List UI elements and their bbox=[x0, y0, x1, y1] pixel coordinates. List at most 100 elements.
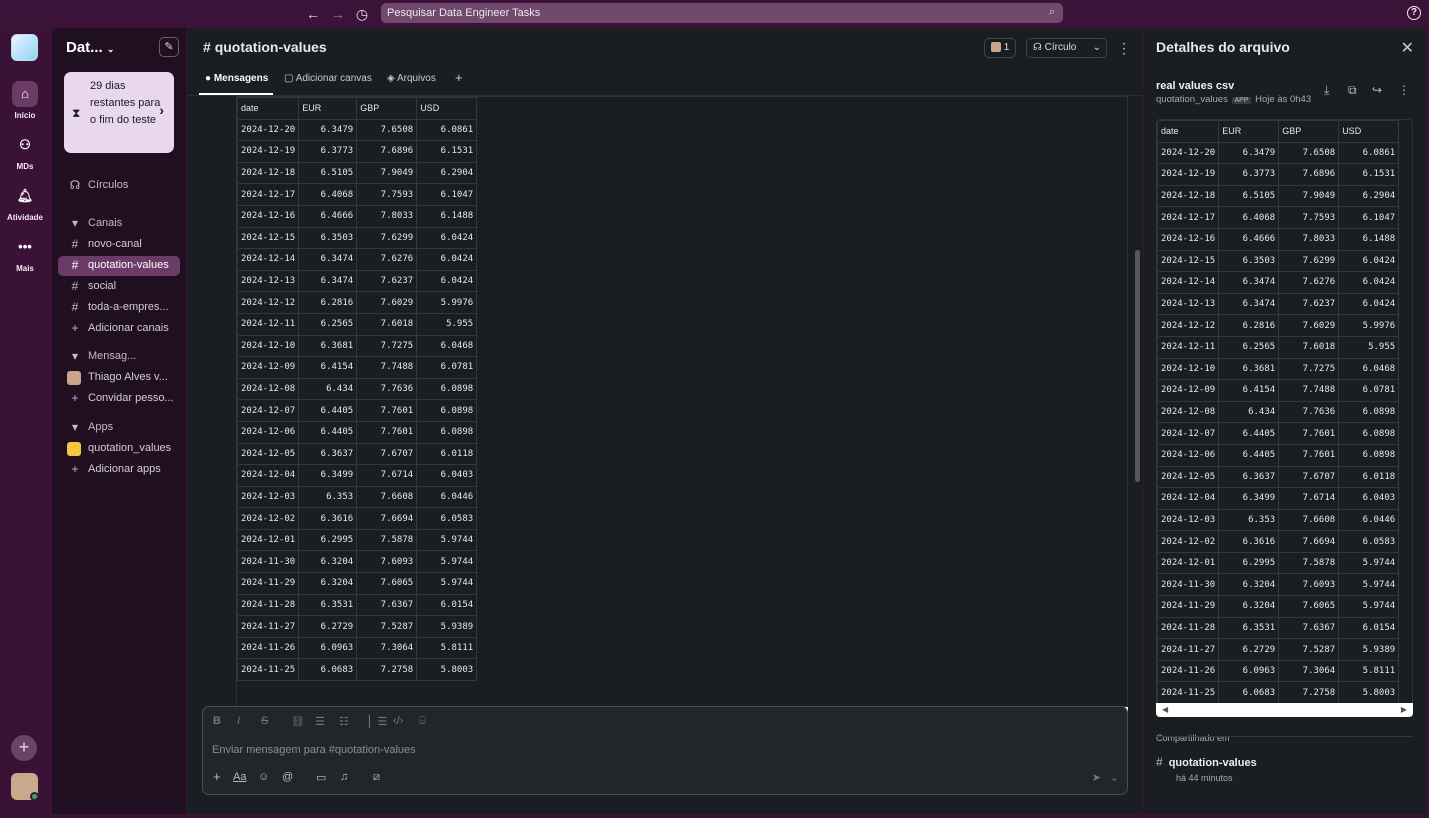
invite-people-button[interactable]: + Convidar pesso... bbox=[58, 389, 180, 409]
chevron-down-icon[interactable]: ⌄ bbox=[1110, 771, 1119, 784]
microphone-icon[interactable]: ♫ bbox=[340, 771, 348, 783]
table-cell: 5.9976 bbox=[416, 291, 478, 314]
table-cell: 6.3474 bbox=[1218, 271, 1280, 294]
table-cell: 6.0424 bbox=[416, 226, 478, 250]
caret-down-icon: ▾ bbox=[71, 349, 79, 363]
scroll-right-icon[interactable]: ▶ bbox=[1401, 705, 1407, 714]
table-row: 2024-11-25 6.0683 7.2758 5.8003 bbox=[1157, 681, 1400, 705]
table-cell: 6.3479 bbox=[1218, 141, 1280, 165]
sidebar-item-novo-canal[interactable]: # novo-canal bbox=[58, 235, 180, 255]
chevron-down-icon: ⌄ bbox=[1092, 42, 1101, 53]
table-row: 2024-11-30 6.3204 7.6093 5.9744 bbox=[1157, 573, 1400, 597]
share-icon[interactable]: ↪ bbox=[1372, 83, 1382, 97]
message-input[interactable]: Enviar mensagem para #quotation-values bbox=[212, 744, 416, 756]
workspace-name[interactable]: Dat... ⌄ bbox=[66, 39, 114, 56]
bullet-list-icon[interactable]: ☷ bbox=[339, 715, 349, 728]
huddle-button[interactable]: ☊ Círculo ⌄ bbox=[1026, 38, 1107, 58]
channel-title[interactable]: # quotation-values bbox=[203, 39, 327, 55]
table-cell: 6.3773 bbox=[1218, 163, 1280, 186]
add-channels-button[interactable]: + Adicionar canais bbox=[58, 319, 180, 339]
rail-home[interactable]: ⌂ Início bbox=[0, 81, 50, 120]
shared-time: há 44 minutos bbox=[1176, 773, 1233, 783]
send-icon[interactable]: ➤ bbox=[1092, 771, 1101, 784]
format-toggle-icon[interactable]: Aa bbox=[233, 771, 246, 783]
table-cell: 7.5878 bbox=[356, 528, 418, 552]
user-avatar[interactable] bbox=[11, 773, 38, 800]
tab-add-canvas[interactable]: ▢ Adicionar canvas bbox=[284, 73, 372, 84]
emoji-icon[interactable]: ☺ bbox=[258, 771, 269, 783]
trial-banner[interactable]: ⧗ 29 dias restantes para o fim do teste … bbox=[64, 72, 174, 153]
download-icon[interactable]: ⤓ bbox=[1324, 83, 1329, 98]
rail-more[interactable]: ••• Mais bbox=[0, 234, 50, 273]
sidebar-item-social[interactable]: # social bbox=[58, 277, 180, 297]
table-cell: 7.2758 bbox=[1278, 681, 1340, 705]
sidebar-item-quotation-values[interactable]: # quotation-values bbox=[58, 256, 180, 276]
rail-activity[interactable]: 🔔︎ Atividade bbox=[0, 183, 50, 222]
add-tab-button[interactable]: + bbox=[455, 70, 463, 85]
table-cell: 7.6237 bbox=[1278, 292, 1340, 316]
message-composer[interactable]: B I S ⛓ ☰ ☷ ▏☰ ‹/› ⌸ Enviar mensagem par… bbox=[202, 706, 1128, 795]
workspace-logo[interactable] bbox=[11, 34, 38, 61]
horizontal-scrollbar[interactable]: ◀▶ bbox=[1156, 703, 1413, 717]
table-cell: 7.6093 bbox=[356, 550, 418, 574]
ordered-list-icon[interactable]: ☰ bbox=[315, 715, 325, 728]
table-row: 2024-12-02 6.3616 7.6694 6.0583 bbox=[237, 507, 478, 530]
strikethrough-icon[interactable]: S bbox=[261, 715, 268, 727]
table-cell: 7.7275 bbox=[356, 334, 418, 358]
search-icon: ⌕ bbox=[1048, 6, 1055, 18]
code-block-icon[interactable]: ⌸ bbox=[419, 715, 426, 728]
blockquote-icon[interactable]: ▏☰ bbox=[369, 715, 387, 728]
more-options-icon[interactable]: ⋮ bbox=[1398, 83, 1410, 97]
sidebar-item-toda-a-empresa[interactable]: # toda-a-empres... bbox=[58, 298, 180, 318]
table-row: 2024-11-30 6.3204 7.6093 5.9744 bbox=[237, 550, 478, 574]
table-cell: 7.6276 bbox=[356, 248, 418, 271]
search-input[interactable]: Pesquisar Data Engineer Tasks ⌕ bbox=[381, 3, 1063, 23]
history-icon[interactable]: ◷ bbox=[353, 5, 371, 23]
link-icon[interactable]: ⛓ bbox=[291, 715, 305, 728]
section-channels[interactable]: ▾ Canais bbox=[58, 214, 180, 234]
csv-preview[interactable]: date EUR GBP USD 2024-12-20 6.3479 7.6508 6… bbox=[236, 96, 1128, 707]
sidebar-item-dm-user[interactable]: Thiago Alves v... bbox=[58, 368, 180, 388]
members-button[interactable]: 1 bbox=[984, 38, 1017, 58]
table-cell: 7.5287 bbox=[356, 615, 418, 638]
shortcuts-icon[interactable]: ⧄ bbox=[373, 771, 380, 784]
file-source[interactable]: quotation_values bbox=[1156, 94, 1228, 105]
section-dms[interactable]: ▾ Mensag... bbox=[58, 347, 180, 367]
rail-dms[interactable]: ⚇ MDs bbox=[0, 132, 50, 171]
open-external-icon[interactable]: ⧉ bbox=[1348, 83, 1357, 98]
back-arrow-icon[interactable]: ← bbox=[304, 5, 322, 23]
more-options-icon[interactable]: ⋮ bbox=[1117, 40, 1131, 57]
add-apps-button[interactable]: + Adicionar apps bbox=[58, 460, 180, 480]
mention-icon[interactable]: @ bbox=[282, 771, 293, 783]
section-apps[interactable]: ▾ Apps bbox=[58, 418, 180, 438]
italic-icon[interactable]: I bbox=[237, 715, 240, 727]
table-cell: 6.0424 bbox=[1338, 292, 1400, 316]
tab-messages[interactable]: ● Mensagens bbox=[205, 73, 268, 84]
forward-arrow-icon[interactable]: → bbox=[329, 5, 347, 23]
table-cell: 2024-12-03 bbox=[1157, 508, 1220, 532]
csv-table: date EUR GBP USD 2024-12-20 6.3479 7.6508 6… bbox=[237, 97, 478, 682]
sidebar-item-circles[interactable]: ☊ Círculos bbox=[58, 176, 180, 196]
code-icon[interactable]: ‹/› bbox=[393, 715, 403, 727]
caret-down-icon: ▾ bbox=[71, 420, 79, 434]
compose-button[interactable]: ✎ bbox=[159, 37, 179, 57]
close-icon[interactable]: ✕ bbox=[1401, 38, 1414, 58]
shared-channel-link[interactable]: # quotation-values bbox=[1156, 755, 1257, 769]
scroll-left-icon[interactable]: ◀ bbox=[1162, 705, 1168, 714]
table-cell: 6.3616 bbox=[1218, 530, 1280, 553]
video-icon[interactable]: ▭ bbox=[316, 771, 326, 784]
tab-files[interactable]: ◈ Arquivos bbox=[387, 73, 436, 84]
vertical-scrollbar[interactable] bbox=[1135, 250, 1140, 482]
help-icon[interactable]: ? bbox=[1407, 6, 1421, 20]
attach-plus-icon[interactable]: + bbox=[213, 769, 221, 784]
table-cell: 6.3531 bbox=[1218, 616, 1280, 640]
bold-icon[interactable]: B bbox=[213, 715, 221, 727]
chat-icon: ⚇ bbox=[19, 137, 31, 152]
table-cell: 6.434 bbox=[1218, 400, 1280, 424]
add-workspace-button[interactable]: + bbox=[11, 735, 37, 761]
file-name[interactable]: real values csv bbox=[1156, 80, 1234, 92]
table-cell: 2024-12-14 bbox=[1157, 271, 1220, 294]
sidebar-item-app[interactable]: quotation_values bbox=[58, 439, 180, 459]
csv-preview-panel[interactable]: date EUR GBP USD 2024-12-20 6.3479 7.6508 6… bbox=[1156, 119, 1413, 717]
table-cell: 6.2904 bbox=[1338, 184, 1400, 208]
